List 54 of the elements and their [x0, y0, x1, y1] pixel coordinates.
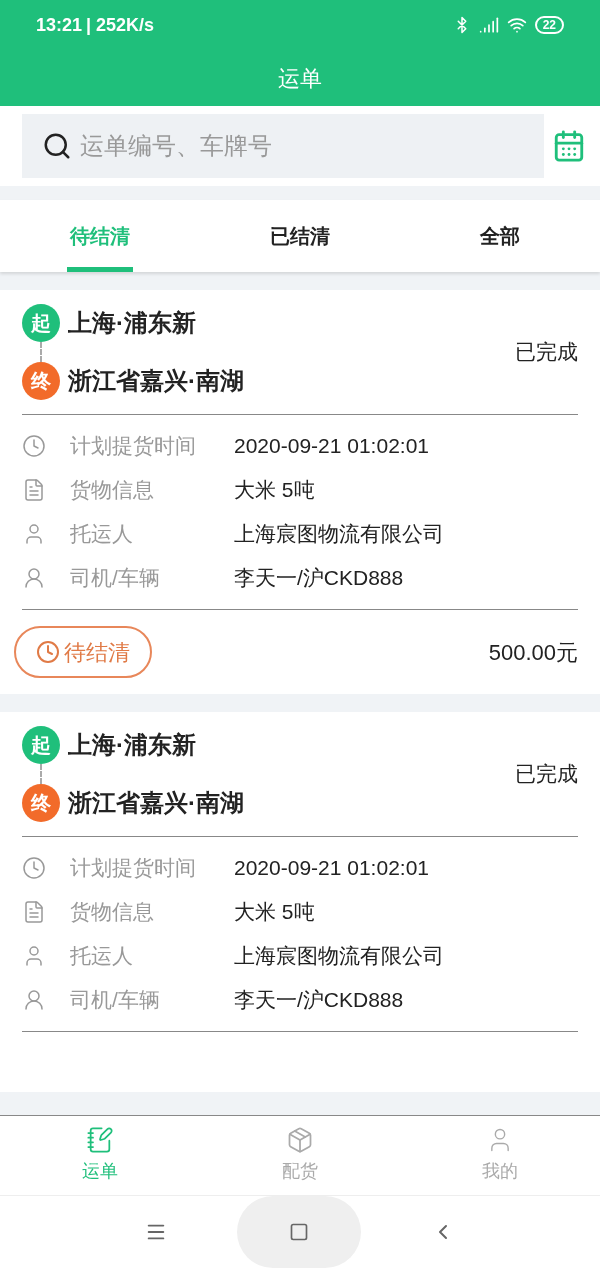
person-icon: [22, 988, 46, 1012]
search-field[interactable]: 运单编号、车牌号: [22, 114, 544, 178]
field-value: 2020-09-21 01:02:01: [234, 855, 429, 882]
origin-text: 上海·浦东新: [68, 730, 196, 760]
clock-text: 13:21: [36, 13, 83, 37]
field-value: 2020-09-21 01:02:01: [234, 433, 429, 460]
clock-icon: [22, 856, 46, 880]
field-value: 上海宸图物流有限公司: [234, 943, 444, 970]
destination-text: 浙江省嘉兴·南湖: [68, 366, 244, 396]
field-value: 李天一/沪CKD888: [234, 565, 404, 592]
field-label: 司机/车辆: [70, 565, 161, 592]
filter-tab[interactable]: 待结清: [0, 200, 200, 272]
document-icon: [22, 478, 46, 502]
network-speed: | 252K/s: [86, 13, 155, 37]
origin-text: 上海·浦东新: [68, 308, 196, 338]
page-title: 运单: [278, 64, 322, 93]
clock-icon: [22, 434, 46, 458]
order-card[interactable]: 起 上海·浦东新 终 浙江省嘉兴·南湖 已完成 计划提货时间 2020-09-21 01:02:01 货物信息 大米 5吨 托运人 上海宸图物流有限公司 司机/车辆 李天一/沪CKD888 待结清 500.00元: [0, 290, 600, 694]
filter-tab[interactable]: 全部: [400, 200, 600, 272]
note-icon: [86, 1126, 114, 1154]
field-label: 计划提货时间: [70, 433, 197, 460]
clock-icon: [36, 640, 60, 664]
field-value: 大米 5吨: [234, 477, 315, 504]
field-label: 计划提货时间: [70, 855, 197, 882]
field-value: 上海宸图物流有限公司: [234, 521, 444, 548]
amount-text: 500.00元: [488, 638, 578, 667]
field-label: 货物信息: [70, 899, 155, 926]
nav-tab[interactable]: 运单: [0, 1116, 200, 1195]
field-label: 司机/车辆: [70, 987, 161, 1014]
origin-badge: 起: [22, 304, 60, 342]
field-label: 托运人: [70, 521, 134, 548]
field-value: 大米 5吨: [234, 899, 315, 926]
pending-settlement-button[interactable]: 待结清: [14, 626, 152, 678]
destination-text: 浙江省嘉兴·南湖: [68, 788, 244, 818]
wifi-icon: [506, 15, 527, 35]
origin-badge: 起: [22, 726, 60, 764]
nav-tab[interactable]: 配货: [200, 1116, 400, 1195]
filter-tab[interactable]: 已结清: [200, 200, 400, 272]
field-value: 李天一/沪CKD888: [234, 987, 404, 1014]
field-label: 货物信息: [70, 477, 155, 504]
status-text: 已完成: [515, 761, 578, 788]
destination-badge: 终: [22, 784, 60, 822]
order-card[interactable]: 起 上海·浦东新 终 浙江省嘉兴·南湖 已完成 计划提货时间 2020-09-21 01:02:01 货物信息 大米 5吨 托运人 上海宸图物流有限公司 司机/车辆 李天一/沪CKD888: [0, 712, 600, 1092]
field-label: 托运人: [70, 943, 134, 970]
person-icon: [22, 566, 46, 590]
battery-icon: 22: [534, 16, 564, 34]
box-icon: [286, 1126, 314, 1154]
nav-tab[interactable]: 我的: [400, 1116, 600, 1195]
document-icon: [22, 900, 46, 924]
signal-icon: [478, 15, 499, 35]
square-icon: [289, 1222, 309, 1242]
status-text: 已完成: [515, 339, 578, 366]
destination-badge: 终: [22, 362, 60, 400]
search-icon: [42, 131, 72, 161]
